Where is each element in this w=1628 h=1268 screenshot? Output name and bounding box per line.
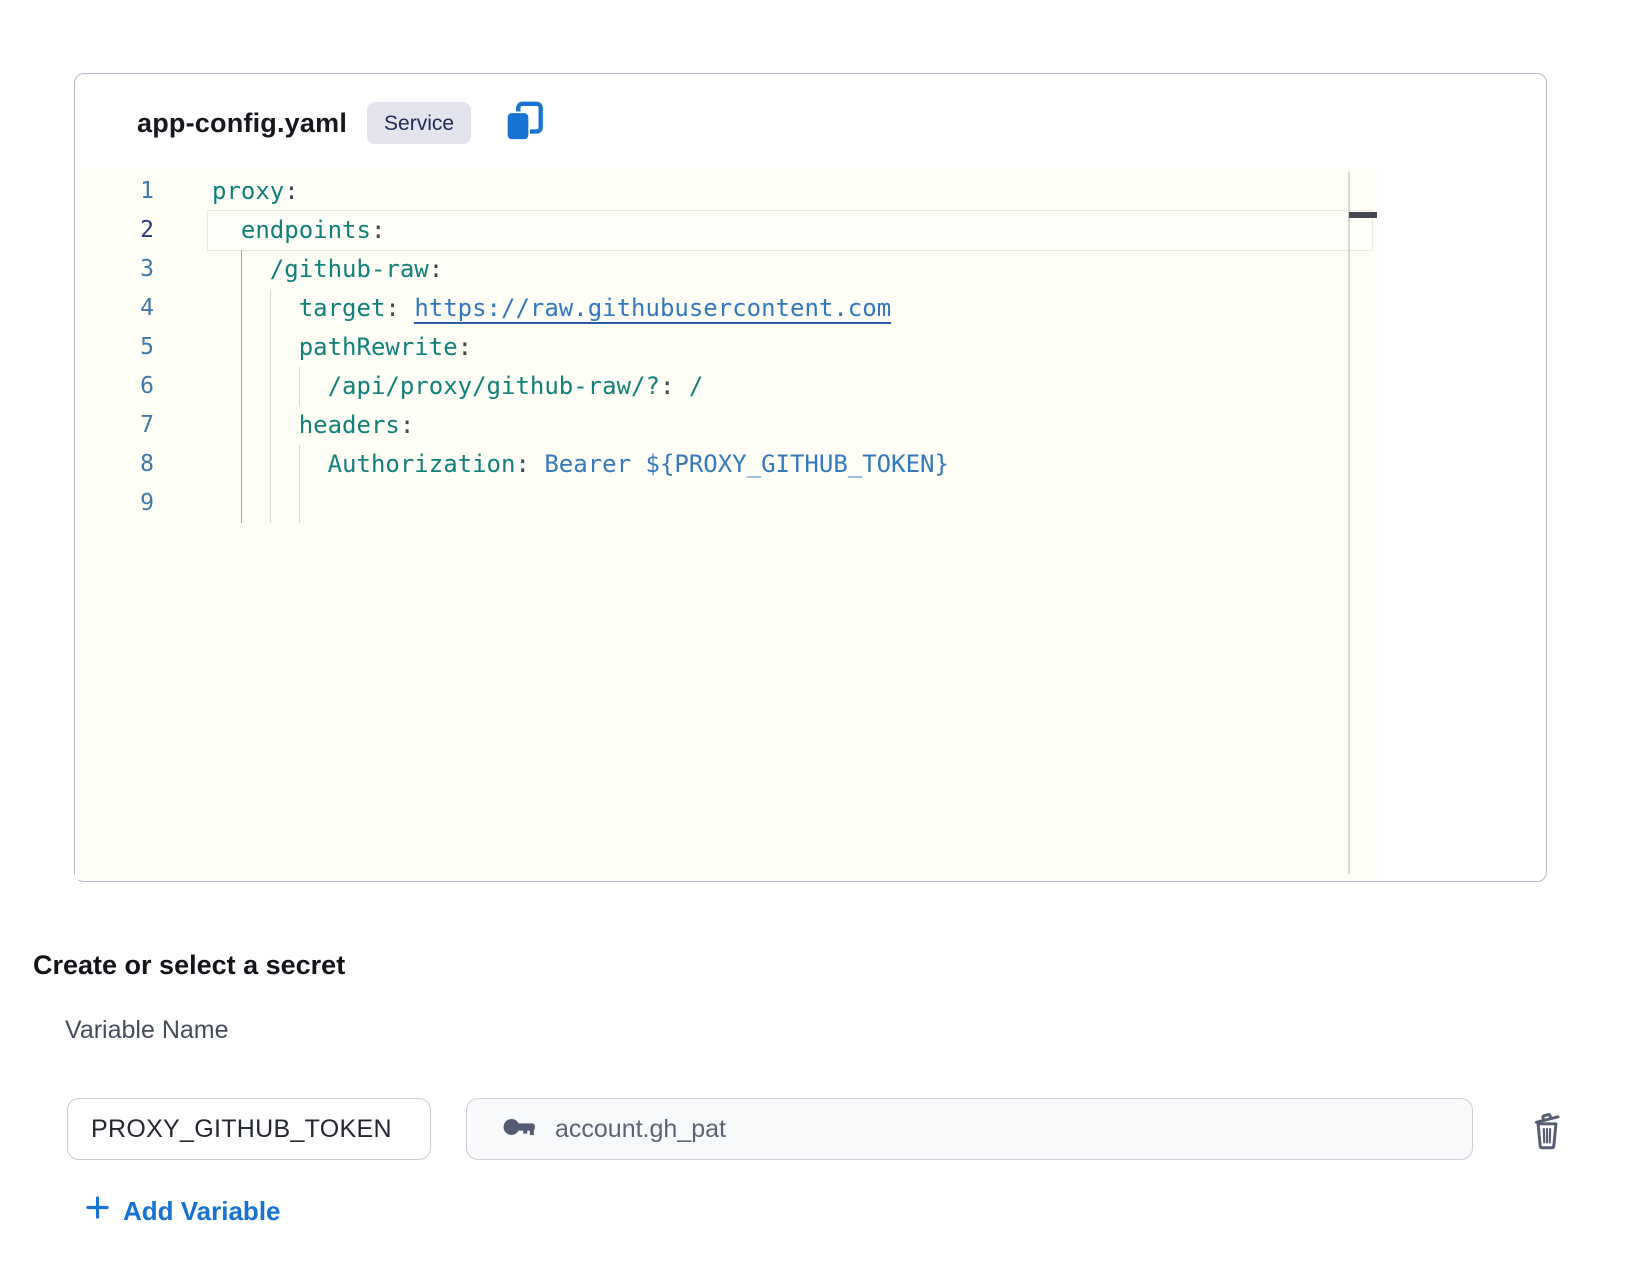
code-text[interactable]: headers: [160, 406, 414, 445]
copy-icon [504, 101, 544, 146]
code-token-key: /api/proxy/github-raw/? [328, 372, 660, 400]
code-line-9[interactable]: 9 [75, 484, 1377, 523]
code-line-2[interactable]: 2 endpoints: [75, 211, 1377, 250]
line-number: 5 [75, 328, 160, 367]
code-token-key: target [299, 294, 386, 322]
code-text[interactable]: /github-raw: [160, 250, 443, 289]
line-number: 3 [75, 250, 160, 289]
line-number: 9 [75, 484, 160, 523]
code-token-key: proxy [212, 177, 284, 205]
code-token-key: pathRewrite [299, 333, 458, 361]
code-text[interactable] [160, 484, 212, 523]
delete-variable-button[interactable] [1524, 1104, 1570, 1154]
editor-scrollbar-track[interactable] [1348, 172, 1350, 874]
key-icon [501, 1109, 537, 1150]
code-lines[interactable]: 1proxy:2 endpoints:3 /github-raw:4 targe… [75, 168, 1377, 523]
plus-icon [84, 1194, 111, 1228]
indent-guide [270, 484, 272, 523]
trash-icon [1526, 1105, 1568, 1154]
code-hyperlink[interactable]: https://raw.githubusercontent.com [414, 294, 891, 324]
code-token-punc: : [400, 411, 414, 439]
code-token-punc: : [660, 372, 674, 400]
code-text[interactable]: Authorization: Bearer ${PROXY_GITHUB_TOK… [160, 445, 949, 484]
code-token-key: /github-raw [270, 255, 429, 283]
section-title: Create or select a secret [33, 950, 345, 981]
code-token-punc: : [284, 177, 298, 205]
code-line-7[interactable]: 7 headers: [75, 406, 1377, 445]
code-token-key: endpoints [241, 216, 371, 244]
editor-header: app-config.yaml Service [137, 100, 545, 146]
code-token-punc: : [371, 216, 385, 244]
code-token-punc: : [429, 255, 443, 283]
variable-name-input[interactable] [67, 1098, 431, 1160]
code-line-6[interactable]: 6 /api/proxy/github-raw/?: / [75, 367, 1377, 406]
indent-guide [299, 484, 301, 523]
code-token-punc: : [385, 294, 414, 322]
file-name: app-config.yaml [137, 108, 347, 139]
code-token-key: / [674, 372, 703, 400]
add-variable-button[interactable]: Add Variable [84, 1194, 281, 1228]
code-line-5[interactable]: 5 pathRewrite: [75, 328, 1377, 367]
secret-select-value: account.gh_pat [555, 1115, 726, 1144]
line-number: 6 [75, 367, 160, 406]
code-text[interactable]: target: https://raw.githubusercontent.co… [160, 289, 891, 328]
code-token-punc: : [515, 450, 544, 478]
line-number: 2 [75, 211, 160, 250]
add-variable-label: Add Variable [123, 1196, 281, 1227]
indent-guide [241, 484, 243, 523]
line-number: 7 [75, 406, 160, 445]
code-line-3[interactable]: 3 /github-raw: [75, 250, 1377, 289]
variable-name-label: Variable Name [65, 1016, 229, 1045]
editor-scrollbar-marker[interactable] [1349, 212, 1377, 218]
config-editor-card: app-config.yaml Service 1proxy:2 endpoin… [74, 73, 1547, 882]
code-line-4[interactable]: 4 target: https://raw.githubusercontent.… [75, 289, 1377, 328]
code-token-key: Authorization [328, 450, 516, 478]
line-number: 1 [75, 172, 160, 211]
line-number: 8 [75, 445, 160, 484]
line-number: 4 [75, 289, 160, 328]
code-token-key: headers [299, 411, 400, 439]
code-text[interactable]: endpoints: [160, 211, 385, 250]
code-line-8[interactable]: 8 Authorization: Bearer ${PROXY_GITHUB_T… [75, 445, 1377, 484]
code-text[interactable]: pathRewrite: [160, 328, 472, 367]
secret-select[interactable]: account.gh_pat [466, 1098, 1473, 1160]
code-text[interactable]: /api/proxy/github-raw/?: / [160, 367, 703, 406]
code-text[interactable]: proxy: [160, 172, 299, 211]
code-line-1[interactable]: 1proxy: [75, 172, 1377, 211]
service-badge: Service [367, 102, 471, 144]
copy-button[interactable] [503, 101, 545, 145]
code-token-value: Bearer ${PROXY_GITHUB_TOKEN} [544, 450, 949, 478]
code-token-punc: : [458, 333, 472, 361]
yaml-code-editor[interactable]: 1proxy:2 endpoints:3 /github-raw:4 targe… [75, 168, 1377, 880]
